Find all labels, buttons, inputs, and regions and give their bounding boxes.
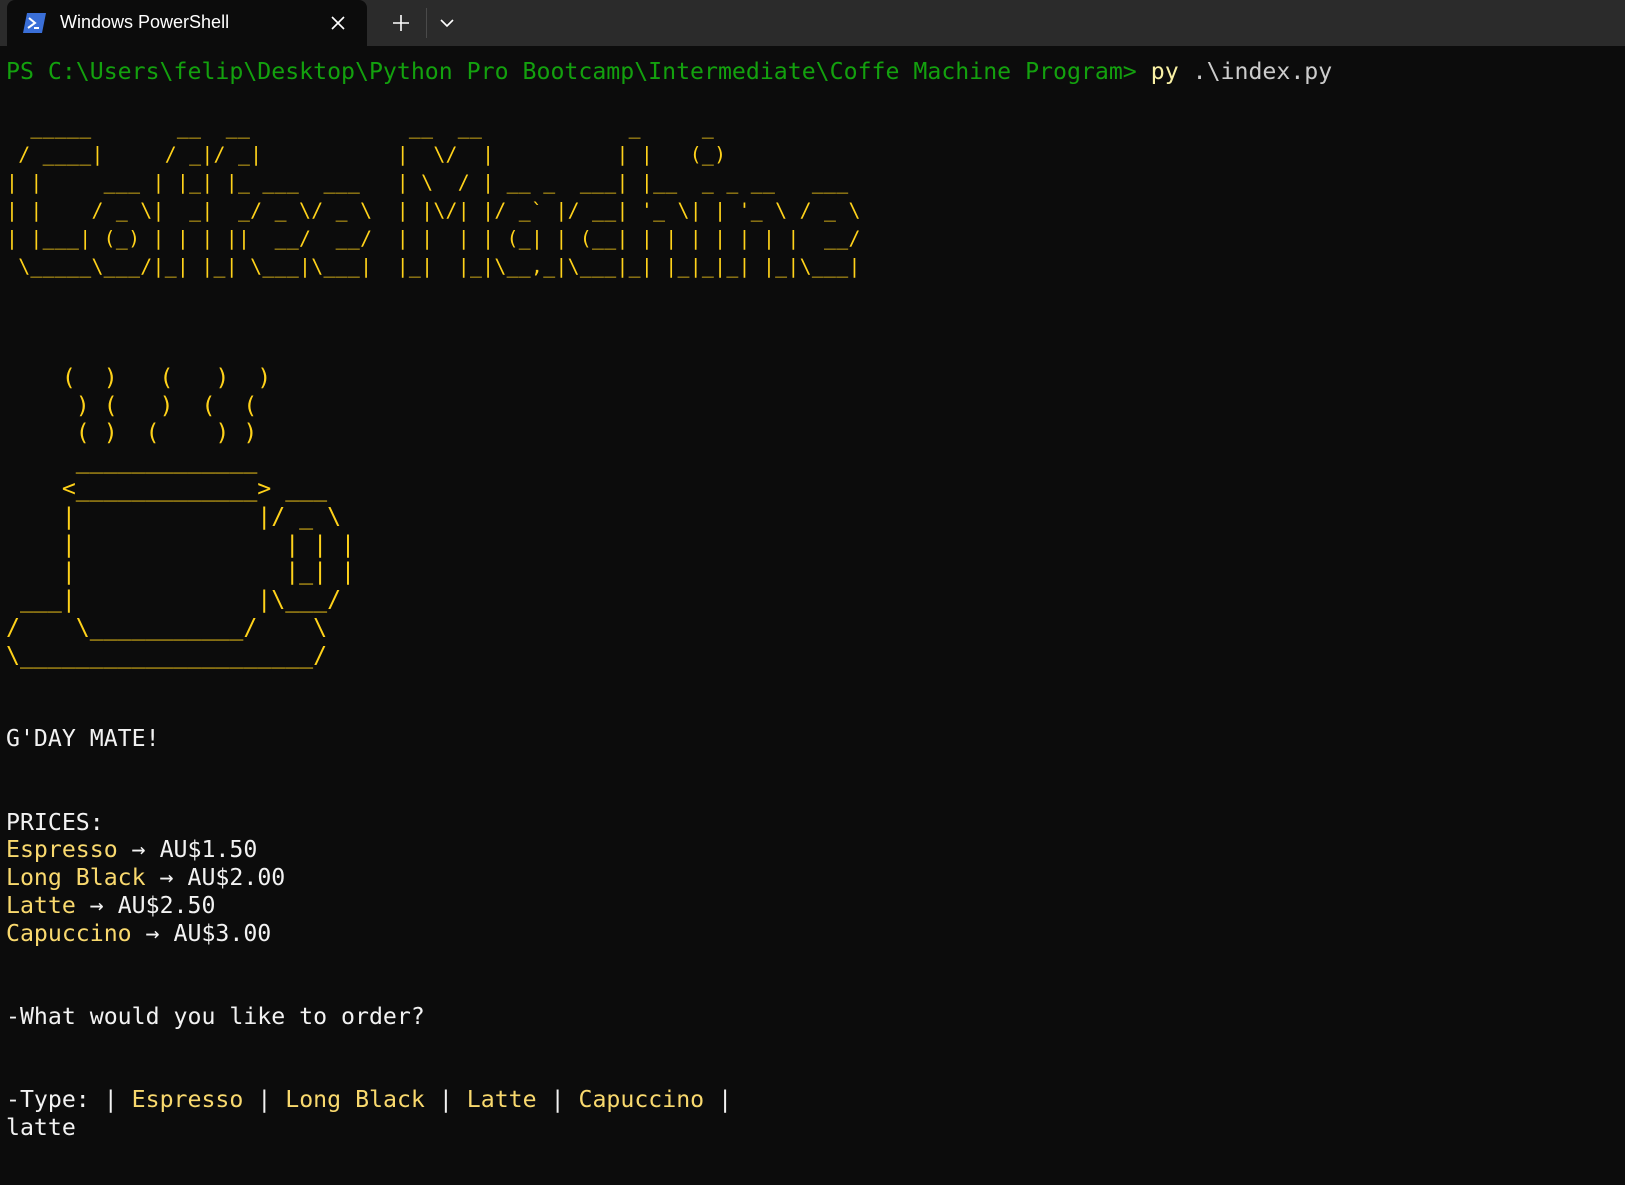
user-input[interactable]: latte <box>6 1114 1616 1142</box>
separator: | <box>257 1086 272 1114</box>
prices-header: PRICES: <box>6 808 104 836</box>
separator: | <box>550 1086 565 1114</box>
coffee-cup-art: ( ) ( ) ) ) ( ) ( ( ( ) ( ) ) __________… <box>6 364 1616 670</box>
option-capuccino: Capuccino <box>578 1086 705 1114</box>
arrow-icon: → <box>89 891 104 919</box>
price-row-espresso: Espresso → AU$1.50 <box>6 836 1616 864</box>
cup-art-line: ) ( ) ( ( <box>6 391 258 419</box>
terminal-window: Windows PowerShell PS C:\Users\felip\Des… <box>0 0 1625 1185</box>
cup-art-line: | |_| | <box>6 558 356 586</box>
title-art-line: | | / _ \| _| _/ _ \/ _ \ | |\/| |/ _` |… <box>6 198 861 222</box>
title-art-line: \_____\___/|_| |_| \___|\___| |_| |_|\__… <box>6 254 861 278</box>
cup-art-line: \_____________________/ <box>6 641 328 669</box>
price-row-capuccino: Capuccino → AU$3.00 <box>6 920 1616 948</box>
title-art-line: / ____| / _|/ _| | \/ | | | (_) <box>6 143 873 167</box>
prompt-line: PS C:\Users\felip\Desktop\Python Pro Boo… <box>6 58 1616 86</box>
plus-icon[interactable] <box>389 11 413 35</box>
cup-art-line: / \___________/ \ <box>6 613 328 641</box>
greeting: G'DAY MATE! <box>6 725 160 753</box>
command-argument: .\index.py <box>1192 58 1333 85</box>
price-item-name: Capuccino <box>6 919 132 947</box>
cup-art-line: ( ) ( ) ) <box>6 419 258 447</box>
price-value: AU$3.00 <box>173 919 272 947</box>
separator: | <box>103 1086 118 1114</box>
powershell-icon <box>23 12 47 34</box>
price-item-name: Latte <box>6 891 76 919</box>
prompt-path: PS C:\Users\felip\Desktop\Python Pro Boo… <box>6 58 1137 85</box>
coffee-machine-title-art: _____ __ __ __ __ _ _ / ____| / _|/ _| |… <box>6 114 1616 281</box>
price-value: AU$2.00 <box>187 864 286 892</box>
price-row-long-black: Long Black → AU$2.00 <box>6 864 1616 892</box>
cup-art-line: _____________ <box>6 447 258 475</box>
title-art-line: _____ __ __ __ __ _ _ <box>6 115 873 139</box>
separator: | <box>718 1086 733 1114</box>
title-bar: Windows PowerShell <box>0 0 1625 46</box>
option-long-black: Long Black <box>285 1086 425 1114</box>
terminal-output[interactable]: PS C:\Users\felip\Desktop\Python Pro Boo… <box>6 58 1616 1178</box>
arrow-icon: → <box>145 919 160 947</box>
option-espresso: Espresso <box>131 1086 244 1114</box>
cup-art-line: | |/ _ \ <box>6 502 342 530</box>
arrow-icon: → <box>131 836 146 864</box>
cup-art-line: ___| |\___/ <box>6 586 342 614</box>
type-options-line: -Type: | Espresso | Long Black | Latte |… <box>6 1086 1616 1114</box>
option-latte: Latte <box>466 1086 537 1114</box>
order-question: -What would you like to order? <box>6 1003 425 1031</box>
cup-art-line: | | | | <box>6 530 356 558</box>
separator: | <box>438 1086 453 1114</box>
price-value: AU$2.50 <box>117 891 216 919</box>
tab-windows-powershell[interactable]: Windows PowerShell <box>7 0 367 46</box>
cup-art-line: ( ) ( ) ) <box>6 363 272 391</box>
chevron-down-icon[interactable] <box>437 13 457 33</box>
tab-divider <box>426 8 427 38</box>
tab-title: Windows PowerShell <box>60 12 230 32</box>
price-row-latte: Latte → AU$2.50 <box>6 892 1616 920</box>
price-value: AU$1.50 <box>159 836 258 864</box>
arrow-icon: → <box>159 864 174 892</box>
type-prefix: -Type: <box>6 1086 104 1114</box>
price-item-name: Espresso <box>6 836 118 864</box>
close-icon[interactable] <box>327 12 349 34</box>
cup-art-line: <_____________> ___ <box>6 474 328 502</box>
title-art-line: | | ___ | |_| |_ ___ ___ | \ / | __ _ __… <box>6 171 861 195</box>
price-item-name: Long Black <box>6 864 146 892</box>
command: py <box>1150 58 1179 85</box>
title-art-line: | |___| (_) | | | || __/ __/ | | | | (_|… <box>6 226 861 250</box>
